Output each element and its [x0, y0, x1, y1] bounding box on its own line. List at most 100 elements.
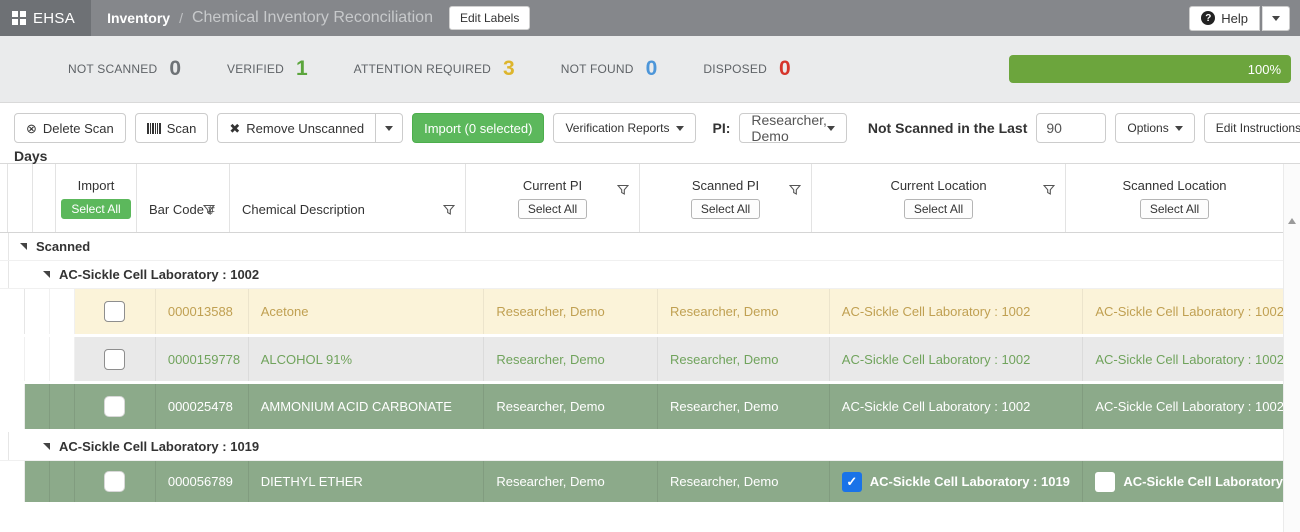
current-pi-select-all-button[interactable]: Select All	[518, 199, 587, 219]
current-location-label: AC-Sickle Cell Laboratory : 1019	[870, 474, 1070, 489]
column-header-bar-code: Bar Code #	[137, 164, 230, 232]
current-pi-header-label: Current PI	[523, 178, 582, 193]
question-icon: ?	[1201, 11, 1215, 25]
group-label: AC-Sickle Cell Laboratory : 1019	[59, 439, 259, 454]
remove-unscanned-button[interactable]: ✖ Remove Unscanned	[217, 113, 376, 143]
logo-text: EHSA	[33, 10, 75, 27]
help-button[interactable]: ? Help	[1189, 6, 1260, 31]
table-row: 000056789 DIETHYL ETHER Researcher, Demo…	[0, 461, 1300, 502]
current-location-header-label: Current Location	[890, 178, 986, 193]
chevron-down-icon	[385, 126, 393, 131]
help-dropdown-button[interactable]	[1262, 6, 1290, 31]
counter-disposed: DISPOSED 0	[703, 57, 790, 81]
verification-reports-button[interactable]: Verification Reports	[553, 113, 695, 143]
chemical-description-cell: Acetone	[249, 289, 485, 334]
help-label: Help	[1221, 11, 1248, 26]
row-checkbox[interactable]	[104, 301, 125, 322]
counter-value: 3	[503, 57, 515, 81]
scanned-location-label: AC-Sickle Cell Laboratory : 1002	[1123, 474, 1300, 489]
pi-label: PI:	[713, 120, 731, 136]
options-button[interactable]: Options	[1115, 113, 1194, 143]
remove-unscanned-split-button: ✖ Remove Unscanned	[217, 113, 403, 143]
days-input[interactable]	[1036, 113, 1106, 143]
app-grid-icon	[12, 11, 26, 25]
row-checkbox[interactable]	[104, 471, 125, 492]
location-checkbox-unchecked[interactable]	[1095, 472, 1115, 492]
chemical-description-header-label: Chemical Description	[242, 202, 365, 217]
scan-label: Scan	[167, 121, 197, 136]
status-summary-band: NOT SCANNED 0 VERIFIED 1 ATTENTION REQUI…	[0, 36, 1300, 102]
scanned-location-cell: AC-Sickle Cell Laboratory : 1002	[1083, 337, 1300, 381]
counter-label: NOT SCANNED	[68, 62, 157, 76]
bar-code-cell: 000056789	[156, 461, 249, 502]
x-icon: ✖	[229, 122, 240, 135]
counter-not-scanned: NOT SCANNED 0	[68, 57, 181, 81]
scanned-pi-header-label: Scanned PI	[692, 178, 759, 193]
collapse-triangle-icon	[43, 443, 50, 450]
group-row-scanned[interactable]: Scanned	[0, 233, 1300, 261]
current-pi-cell: Researcher, Demo	[484, 461, 658, 502]
row-checkbox[interactable]	[104, 396, 125, 417]
toolbar: ⊗ Delete Scan Scan ✖ Remove Unscanned Im…	[0, 102, 1300, 164]
chemical-description-cell: AMMONIUM ACID CARBONATE	[249, 384, 485, 429]
bar-code-cell: 000025478	[156, 384, 249, 429]
table-row: 000013588 Acetone Researcher, Demo Resea…	[0, 289, 1300, 334]
current-pi-cell: Researcher, Demo	[484, 384, 658, 429]
edit-labels-button[interactable]: Edit Labels	[449, 6, 530, 30]
import-button[interactable]: Import (0 selected)	[412, 113, 544, 143]
filter-icon[interactable]	[789, 184, 801, 196]
breadcrumb-inventory[interactable]: Inventory	[107, 10, 170, 26]
group-row-lab-1019[interactable]: AC-Sickle Cell Laboratory : 1019	[0, 432, 1300, 461]
counter-label: ATTENTION REQUIRED	[354, 62, 491, 76]
scanned-pi-select-all-button[interactable]: Select All	[691, 199, 760, 219]
grid-vertical-scrollbar[interactable]	[1283, 164, 1300, 532]
breadcrumb-separator: /	[179, 10, 183, 26]
group-row-lab-1002[interactable]: AC-Sickle Cell Laboratory : 1002	[0, 261, 1300, 289]
circle-x-icon: ⊗	[26, 122, 37, 135]
scanned-location-header-label: Scanned Location	[1122, 178, 1226, 193]
scroll-up-arrow-icon[interactable]	[1288, 218, 1296, 224]
row-checkbox[interactable]	[104, 349, 125, 370]
import-header-label: Import	[78, 178, 115, 193]
verification-reports-label: Verification Reports	[565, 121, 669, 135]
scan-button[interactable]: Scan	[135, 113, 209, 143]
filter-icon[interactable]	[1043, 184, 1055, 196]
delete-scan-label: Delete Scan	[43, 121, 114, 136]
chevron-down-icon	[827, 126, 835, 131]
current-pi-cell: Researcher, Demo	[484, 289, 658, 334]
days-suffix-label: Days	[14, 148, 1288, 164]
current-location-select-all-button[interactable]: Select All	[904, 199, 973, 219]
group-label: AC-Sickle Cell Laboratory : 1002	[59, 267, 259, 282]
chemical-description-cell: ALCOHOL 91%	[249, 337, 485, 381]
filter-icon[interactable]	[203, 204, 215, 216]
location-checkbox-checked[interactable]: ✓	[842, 472, 862, 492]
scanned-location-cell: AC-Sickle Cell Laboratory : 1002	[1083, 384, 1300, 429]
scanned-location-select-all-button[interactable]: Select All	[1140, 199, 1209, 219]
page-title: Chemical Inventory Reconciliation	[192, 9, 433, 27]
column-header-scanned-pi: Scanned PI Select All	[640, 164, 812, 232]
column-header-scanned-location: Scanned Location Select All	[1066, 164, 1283, 232]
scanned-pi-cell: Researcher, Demo	[658, 461, 830, 502]
reconciliation-grid: Import Select All Bar Code # Chemical De…	[0, 164, 1300, 532]
import-select-all-button[interactable]: Select All	[61, 199, 130, 219]
collapse-triangle-icon	[43, 271, 50, 278]
remove-unscanned-dropdown-button[interactable]	[376, 113, 403, 143]
chevron-down-icon	[676, 126, 684, 131]
filter-icon[interactable]	[443, 204, 455, 216]
edit-instructions-button[interactable]: Edit Instructions	[1204, 113, 1300, 143]
column-header-current-location: Current Location Select All	[812, 164, 1066, 232]
remove-unscanned-label: Remove Unscanned	[246, 121, 364, 136]
not-scanned-in-last-label: Not Scanned in the Last	[868, 120, 1027, 136]
scanned-location-cell: AC-Sickle Cell Laboratory : 1002	[1083, 461, 1300, 502]
options-label: Options	[1127, 121, 1168, 135]
delete-scan-button[interactable]: ⊗ Delete Scan	[14, 113, 126, 143]
column-header-chemical-description: Chemical Description	[230, 164, 466, 232]
grid-header-row: Import Select All Bar Code # Chemical De…	[0, 164, 1300, 233]
counter-label: NOT FOUND	[561, 62, 634, 76]
counter-label: VERIFIED	[227, 62, 284, 76]
ehsa-logo[interactable]: EHSA	[0, 0, 91, 36]
filter-icon[interactable]	[617, 184, 629, 196]
pi-select[interactable]: Researcher, Demo	[739, 113, 846, 143]
progress-percent: 100%	[1248, 62, 1281, 77]
table-row: 000025478 AMMONIUM ACID CARBONATE Resear…	[0, 384, 1300, 429]
